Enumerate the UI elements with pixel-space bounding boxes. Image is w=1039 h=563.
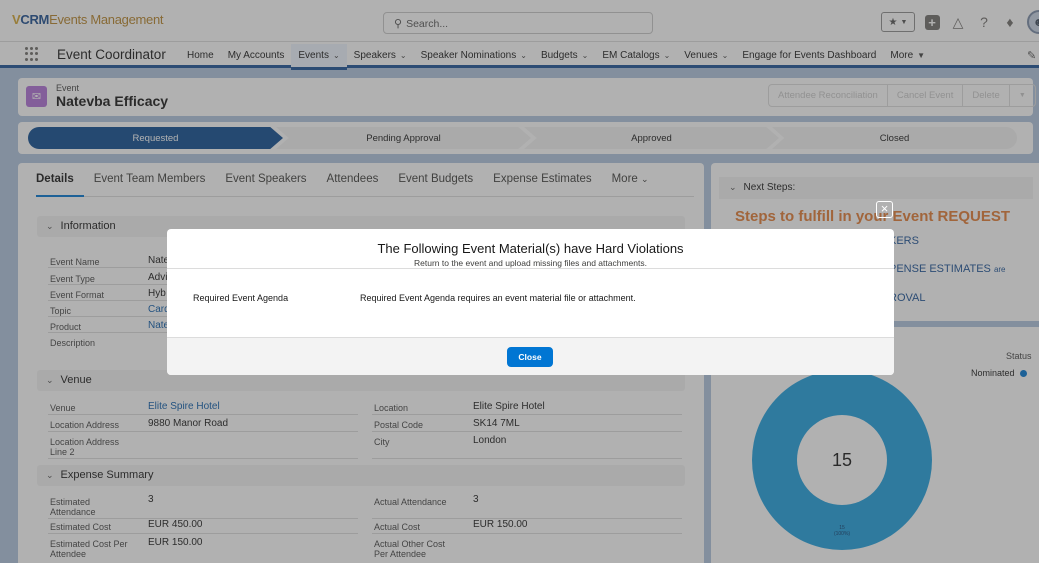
modal-subtitle: Return to the event and upload missing f… [414,258,647,268]
close-icon[interactable]: × [876,201,893,218]
modal-footer: Close [167,337,894,375]
violation-name: Required Event Agenda [193,293,289,303]
violation-message: Required Event Agenda requires an event … [360,293,636,303]
close-button[interactable]: Close [507,347,553,367]
modal-title: The Following Event Material(s) have Har… [377,241,684,256]
modal-header: The Following Event Material(s) have Har… [167,229,894,269]
violations-modal: The Following Event Material(s) have Har… [167,229,894,375]
